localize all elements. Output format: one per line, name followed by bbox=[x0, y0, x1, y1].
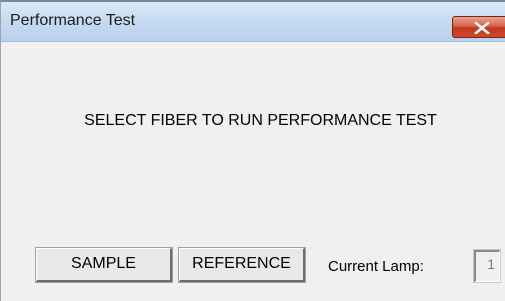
close-button[interactable] bbox=[452, 16, 505, 38]
title-bar[interactable]: Performance Test bbox=[1, 2, 505, 42]
current-lamp-field: 1 bbox=[473, 249, 501, 283]
sample-button[interactable]: SAMPLE bbox=[35, 247, 173, 283]
performance-test-dialog: Performance Test SELECT FIBER TO RUN PER… bbox=[0, 0, 505, 301]
close-icon bbox=[474, 22, 490, 34]
instruction-message: SELECT FIBER TO RUN PERFORMANCE TEST bbox=[84, 112, 437, 129]
window-title: Performance Test bbox=[10, 12, 136, 29]
current-lamp-label: Current Lamp: bbox=[328, 258, 424, 275]
reference-button[interactable]: REFERENCE bbox=[178, 247, 306, 283]
